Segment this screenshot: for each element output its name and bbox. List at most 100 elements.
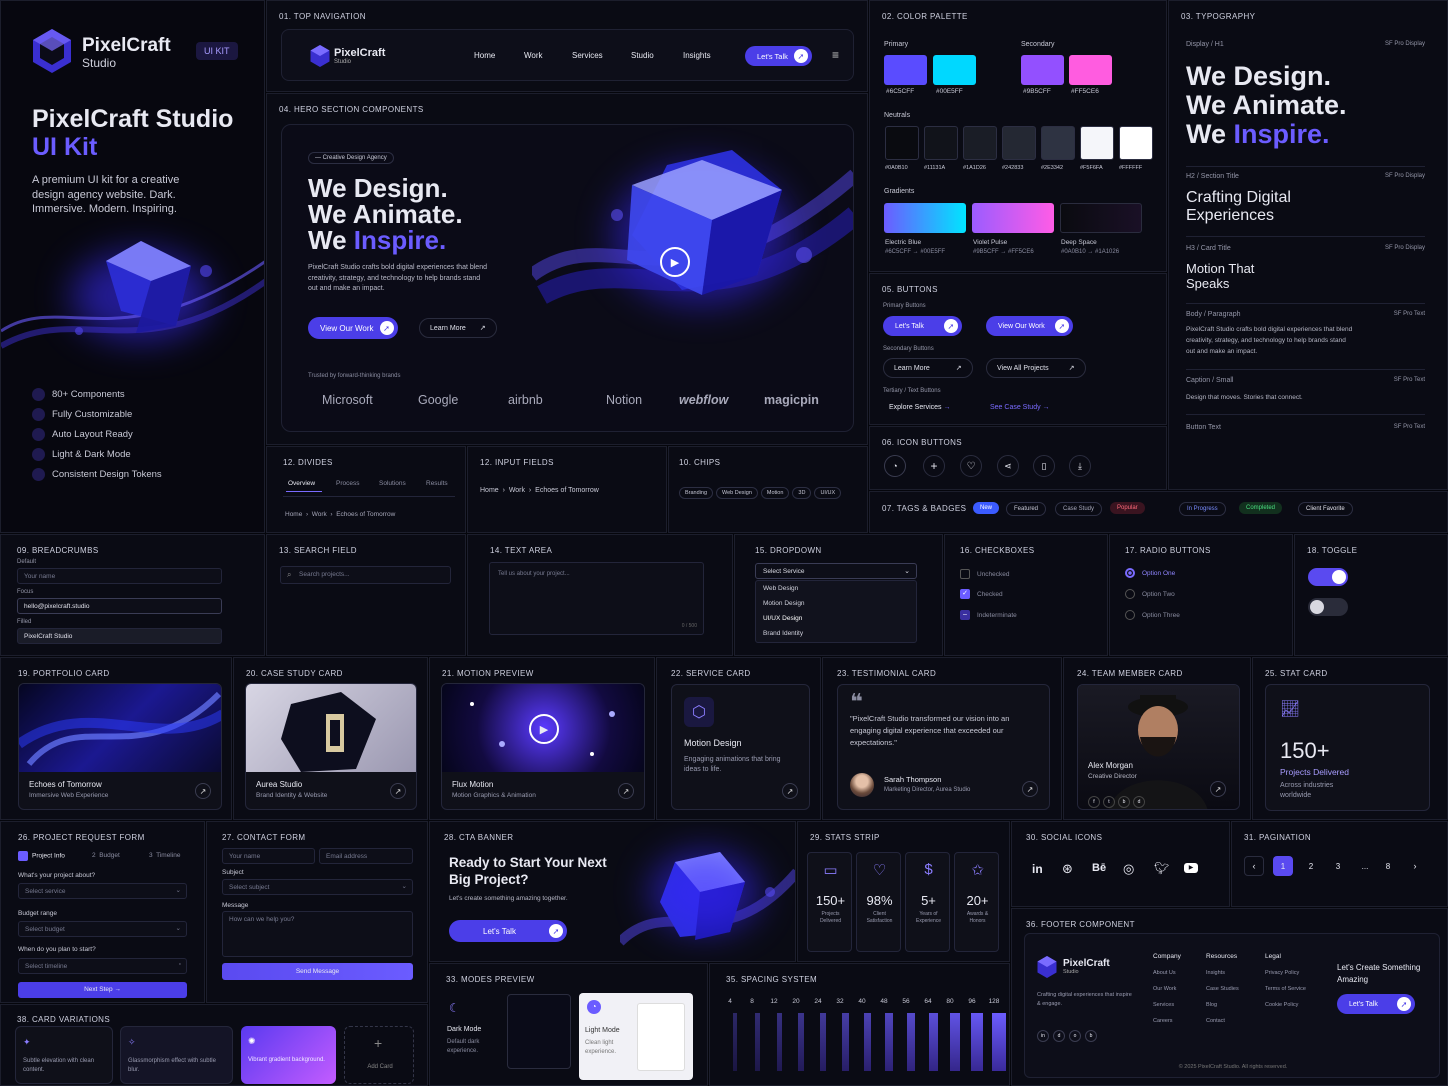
explore-services-link[interactable]: Explore Services → (889, 404, 950, 411)
card-subtle[interactable]: ✦ Subtle elevation with clean content. (15, 1026, 113, 1084)
budget-select[interactable]: Select budget ⌄ (18, 921, 187, 937)
menu-icon[interactable]: ≡ (832, 48, 839, 62)
dropdown-option[interactable]: Motion Design (763, 600, 909, 615)
heart-icon[interactable]: ♡ (960, 455, 982, 477)
nav-brand[interactable]: PixelCraft (334, 47, 385, 59)
radio-option-two[interactable]: Option Two (1125, 589, 1175, 599)
tab-process[interactable]: Process (336, 480, 359, 487)
chip-motion[interactable]: Motion (760, 487, 790, 499)
page-3[interactable]: 3 (1328, 856, 1348, 876)
page-2[interactable]: 2 (1301, 856, 1321, 876)
timeline-select[interactable]: Select timeline ▫ (18, 958, 187, 974)
share-icon[interactable]: ⋖ (997, 455, 1019, 477)
chip-web-design[interactable]: Web Design (716, 487, 758, 499)
page-1[interactable]: 1 (1273, 856, 1293, 876)
case-study-card[interactable]: Aurea Studio Brand Identity & Website ↗ (245, 683, 417, 810)
dropdown-option[interactable]: UI/UX Design (763, 615, 909, 630)
behance-icon[interactable]: b (1085, 1030, 1097, 1042)
hero-play-icon[interactable]: ▶ (660, 247, 690, 277)
linkedin-icon[interactable]: in (1032, 862, 1043, 876)
linkedin-icon[interactable]: in (1037, 1030, 1049, 1042)
card-gradient[interactable]: ✺ Vibrant gradient background. (241, 1026, 336, 1084)
view-projects-button[interactable]: View All Projects ↗ (986, 358, 1086, 378)
checkbox-checked[interactable]: ✓ Checked (960, 589, 1003, 599)
bookmark-icon[interactable]: ▯ (1033, 455, 1055, 477)
arrow-icon[interactable]: ↗ (195, 783, 211, 799)
behance-icon[interactable]: Bē (1092, 862, 1106, 874)
chip-branding[interactable]: Branding (679, 487, 714, 499)
lets-talk-button[interactable]: Let's Talk ➚ (883, 316, 962, 336)
chip-uiux[interactable]: UI/UX (814, 487, 842, 499)
portfolio-card[interactable]: Echoes of Tomorrow Immersive Web Experie… (18, 683, 222, 810)
dropdown-option[interactable]: Web Design (763, 585, 909, 600)
toggle-on[interactable] (1308, 568, 1348, 586)
tab-results[interactable]: Results (426, 480, 448, 487)
arrow-icon[interactable]: ↗ (782, 783, 798, 799)
search-input[interactable]: ⌕ Search projects... (280, 566, 451, 584)
chip-3d[interactable]: 3D (792, 487, 812, 499)
twitter-icon[interactable]: 🐦︎ (1154, 861, 1169, 875)
nav-link-studio[interactable]: Studio (631, 51, 654, 60)
play-icon[interactable]: ▶ (529, 714, 559, 744)
instagram-icon[interactable]: o (1069, 1030, 1081, 1042)
instagram-icon[interactable]: ◎ (1123, 861, 1134, 877)
service-select[interactable]: Select service ⌄ (18, 883, 187, 899)
step-timeline[interactable]: 3 Timeline (149, 852, 180, 859)
see-case-study-link[interactable]: See Case Study → (990, 404, 1050, 411)
facebook-icon[interactable]: f (1088, 796, 1100, 808)
youtube-icon[interactable]: ▶ (1184, 863, 1198, 873)
nav-cta-button[interactable]: Let's Talk ➚ (745, 46, 812, 66)
arrow-icon[interactable]: ↗ (618, 783, 634, 799)
cta-lets-talk-button[interactable]: Let's Talk ➚ (449, 920, 567, 942)
service-card[interactable]: ⬡ Motion Design Engaging animations that… (671, 684, 810, 810)
hero-cta-secondary[interactable]: Learn More ↗ (419, 318, 497, 338)
light-mode-preview[interactable]: ◔ Light Mode Clean light experience. (579, 993, 693, 1080)
arrow-icon[interactable]: ↗ (1210, 781, 1226, 797)
checkbox-indeterminate[interactable]: – Indeterminate (960, 610, 1017, 620)
toggle-off[interactable] (1308, 598, 1348, 616)
prev-page-button[interactable]: ‹ (1244, 856, 1264, 876)
dribbble-icon[interactable]: ⊛ (1062, 861, 1073, 877)
footer-lets-talk-button[interactable]: Let's Talk ➚ (1337, 994, 1415, 1014)
message-input[interactable]: How can we help you? (222, 911, 413, 957)
plus-icon[interactable]: + (923, 455, 945, 477)
default-input[interactable]: Your name (17, 568, 222, 584)
radio-option-three[interactable]: Option Three (1125, 610, 1180, 620)
behance-icon[interactable]: b (1118, 796, 1130, 808)
dropdown-option[interactable]: Brand Identity (763, 630, 909, 645)
next-page-button[interactable]: › (1405, 856, 1425, 876)
next-step-button[interactable]: Next Step → (18, 982, 187, 998)
play-icon[interactable]: ◔ (884, 455, 906, 477)
nav-link-work[interactable]: Work (524, 51, 543, 60)
tab-solutions[interactable]: Solutions (379, 480, 406, 487)
nav-link-insights[interactable]: Insights (683, 51, 711, 60)
nav-link-services[interactable]: Services (572, 51, 603, 60)
view-work-button[interactable]: View Our Work ➚ (986, 316, 1073, 336)
dribbble-icon[interactable]: d (1053, 1030, 1065, 1042)
message-textarea[interactable]: Tell us about your project... 0 / 500 (489, 562, 704, 635)
arrow-icon[interactable]: ↗ (1022, 781, 1038, 797)
hero-cta-primary[interactable]: View Our Work ➚ (308, 317, 398, 339)
step-budget[interactable]: 2 Budget (92, 852, 120, 859)
subject-select[interactable]: Select subject ⌄ (222, 879, 413, 895)
service-dropdown[interactable]: Select Service ⌄ (755, 563, 917, 579)
nav-link-home[interactable]: Home (474, 51, 495, 60)
filled-input[interactable]: PixelCraft Studio (17, 628, 222, 644)
contact-email-input[interactable]: Email address (319, 848, 413, 864)
checkbox-unchecked[interactable]: Unchecked (960, 569, 1010, 579)
arrow-icon[interactable]: ↗ (390, 783, 406, 799)
contact-name-input[interactable]: Your name (222, 848, 315, 864)
motion-card[interactable]: ▶ Flux Motion Motion Graphics & Animatio… (441, 683, 645, 810)
step-project-info[interactable]: Project Info (18, 851, 65, 861)
add-card-button[interactable]: + Add Card (344, 1026, 414, 1084)
send-message-button[interactable]: Send Message (222, 963, 413, 980)
focus-input[interactable]: hello@pixelcraft.studio (17, 598, 222, 614)
dark-mode-preview[interactable] (507, 994, 571, 1069)
radio-option-one[interactable]: Option One (1125, 568, 1175, 578)
tab-overview[interactable]: Overview (288, 480, 315, 487)
card-glass[interactable]: ✧ Glassmorphism effect with subtle blur. (120, 1026, 233, 1084)
page-8[interactable]: 8 (1378, 856, 1398, 876)
download-icon[interactable]: ⤓ (1069, 455, 1091, 477)
learn-more-button[interactable]: Learn More ↗ (883, 358, 973, 378)
twitter-icon[interactable]: t (1103, 796, 1115, 808)
